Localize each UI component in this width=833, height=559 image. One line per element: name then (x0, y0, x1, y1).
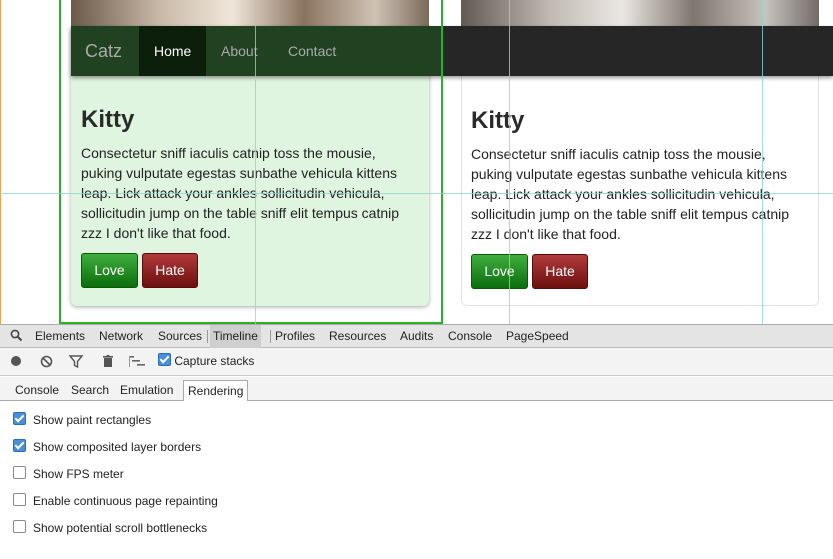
option-label: Show paint rectangles (33, 413, 152, 427)
tab-separator (207, 330, 208, 343)
record-icon[interactable] (8, 348, 24, 375)
option-show-paint-rectangles[interactable]: Show paint rectangles (13, 410, 151, 430)
devtools-panel: Elements Network Sources Timeline Profil… (0, 324, 833, 559)
timeline-toolbar: Capture stacks (0, 348, 833, 376)
love-button[interactable]: Love (471, 254, 528, 289)
tab-pagespeed[interactable]: PageSpeed (506, 325, 569, 348)
checkbox-icon[interactable] (13, 439, 26, 452)
tab-resources[interactable]: Resources (329, 325, 386, 348)
option-show-composited-layer-borders[interactable]: Show composited layer borders (13, 437, 201, 457)
viewport-edge-line (0, 0, 1, 324)
card-text: Consectetur sniff iaculis catnip toss th… (471, 146, 790, 242)
layer-border-line (0, 193, 833, 194)
tab-network[interactable]: Network (99, 325, 143, 348)
layer-border-line (509, 0, 510, 324)
devtools-tabbar: Elements Network Sources Timeline Profil… (0, 324, 833, 348)
option-label: Show composited layer borders (33, 440, 202, 454)
tab-audits[interactable]: Audits (400, 325, 433, 348)
checkbox-icon[interactable] (13, 466, 26, 479)
card-title: Kitty (471, 107, 525, 134)
flame-chart-icon[interactable] (127, 348, 147, 375)
drawer-tab-search[interactable]: Search (71, 380, 109, 400)
drawer-tab-console[interactable]: Console (15, 380, 59, 400)
option-label: Show FPS meter (33, 467, 124, 481)
tab-console[interactable]: Console (448, 325, 492, 348)
tab-sources[interactable]: Sources (158, 325, 202, 348)
drawer-tabbar: Console Search Emulation Rendering (0, 377, 833, 401)
tab-elements[interactable]: Elements (35, 325, 85, 348)
option-scroll-bottlenecks[interactable]: Show potential scroll bottlenecks (13, 518, 207, 538)
trash-icon[interactable] (100, 348, 116, 375)
paint-rectangle (59, 0, 443, 324)
filter-icon[interactable] (68, 348, 84, 375)
clear-icon[interactable] (38, 348, 54, 375)
option-label: Show potential scroll bottlenecks (33, 521, 208, 535)
search-icon[interactable] (8, 325, 24, 348)
layer-border-line (255, 0, 256, 324)
drawer-tab-emulation[interactable]: Emulation (120, 380, 173, 400)
layer-border-line (762, 0, 763, 324)
capture-stacks-checkbox[interactable]: Capture stacks (158, 348, 254, 375)
checkbox-icon[interactable] (13, 412, 26, 425)
checkbox-icon[interactable] (13, 493, 26, 506)
option-show-fps-meter[interactable]: Show FPS meter (13, 464, 124, 484)
option-label: Enable continuous page repainting (33, 494, 218, 508)
checkbox-icon[interactable] (13, 520, 26, 533)
drawer-tab-rendering[interactable]: Rendering (183, 380, 249, 401)
tab-profiles[interactable]: Profiles (275, 325, 315, 348)
tab-timeline[interactable]: Timeline (210, 325, 261, 348)
browser-viewport: Kitty Consectetur sniff iaculis catnip t… (0, 0, 833, 324)
option-continuous-repainting[interactable]: Enable continuous page repainting (13, 491, 218, 511)
tab-separator (270, 330, 271, 343)
capture-stacks-label: Capture stacks (174, 354, 255, 368)
checkbox-icon[interactable] (158, 353, 171, 366)
hate-button[interactable]: Hate (532, 254, 588, 289)
